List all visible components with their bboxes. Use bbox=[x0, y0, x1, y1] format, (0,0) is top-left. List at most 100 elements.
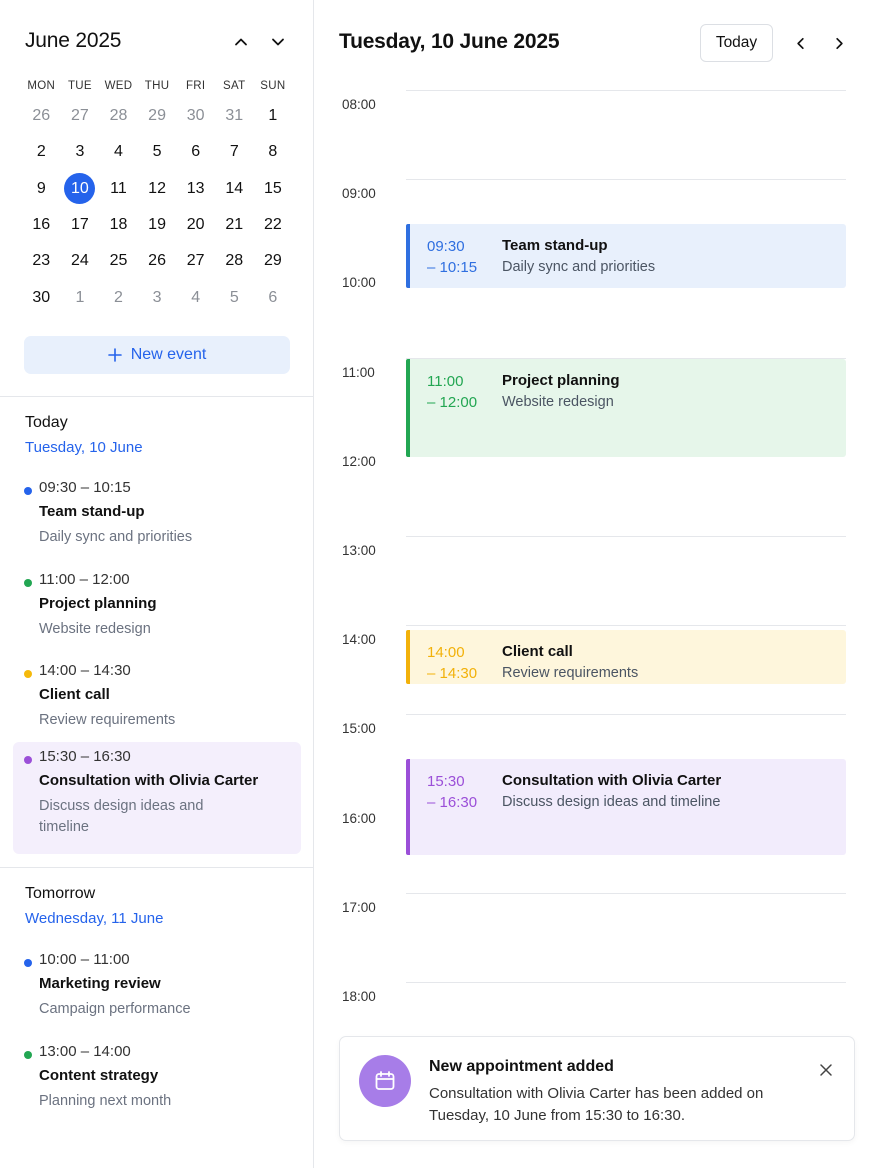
calendar-day[interactable]: 19 bbox=[138, 207, 177, 243]
calendar-day[interactable]: 8 bbox=[254, 134, 293, 170]
calendar-day[interactable]: 30 bbox=[22, 279, 61, 315]
calendar-day[interactable]: 13 bbox=[176, 171, 215, 207]
new-event-button[interactable]: New event bbox=[24, 336, 290, 374]
calendar-day[interactable]: 7 bbox=[215, 134, 254, 170]
agenda-item[interactable]: 11:00 – 12:00 Project planning Website red… bbox=[13, 565, 301, 643]
calendar-week: 30 1 2 3 4 5 6 bbox=[22, 279, 292, 315]
calendar-day-selected[interactable]: 10 bbox=[61, 171, 100, 207]
calendar-day[interactable]: 1 bbox=[61, 279, 100, 315]
calendar-day[interactable]: 12 bbox=[138, 171, 177, 207]
calendar-day[interactable]: 6 bbox=[176, 134, 215, 170]
event-title: Project planning bbox=[502, 372, 620, 389]
day-number: 28 bbox=[109, 107, 128, 125]
hour-gridline bbox=[406, 90, 846, 91]
calendar-day[interactable]: 30 bbox=[176, 98, 215, 134]
calendar-day[interactable]: 28 bbox=[99, 98, 138, 134]
close-icon bbox=[820, 1064, 832, 1076]
calendar-day[interactable]: 2 bbox=[99, 279, 138, 315]
agenda-item-time: 10:00 – 11:00 bbox=[39, 951, 130, 968]
toast-message: Consultation with Olivia Carter has been… bbox=[429, 1085, 764, 1124]
previous-month-button[interactable] bbox=[229, 30, 253, 54]
next-day-button[interactable] bbox=[827, 31, 851, 55]
hour-gridline bbox=[406, 179, 846, 181]
event-block[interactable]: 09:30 – 10:15 Team stand-up Daily sync and … bbox=[406, 224, 846, 288]
event-end-time: – 16:30 bbox=[427, 794, 478, 811]
calendar-day[interactable]: 5 bbox=[215, 279, 254, 315]
agenda-item-description: Website redesign bbox=[39, 621, 151, 637]
calendar-week: 2 3 4 5 6 7 8 bbox=[22, 134, 292, 170]
hour-label: 18:00 bbox=[342, 989, 376, 1004]
calendar-day[interactable]: 29 bbox=[254, 243, 293, 279]
calendar-day[interactable]: 24 bbox=[61, 243, 100, 279]
agenda-item-title: Content strategy bbox=[39, 1067, 159, 1084]
calendar-day[interactable]: 18 bbox=[99, 207, 138, 243]
previous-day-button[interactable] bbox=[788, 31, 812, 55]
day-number: 5 bbox=[152, 143, 162, 161]
event-color-dot bbox=[24, 487, 32, 495]
event-block[interactable]: 11:00 – 12:00 Project planning Website rede… bbox=[406, 359, 846, 457]
day-number: 20 bbox=[186, 216, 205, 234]
agenda-date: Wednesday, 11 June bbox=[25, 910, 164, 927]
calendar-day[interactable]: 4 bbox=[99, 134, 138, 170]
hour-label: 17:00 bbox=[342, 899, 376, 915]
calendar-day[interactable]: 16 bbox=[22, 207, 61, 243]
calendar-day[interactable]: 1 bbox=[254, 98, 293, 134]
today-button[interactable]: Today bbox=[700, 24, 773, 62]
calendar-day[interactable]: 20 bbox=[176, 207, 215, 243]
event-end-time: – 14:30 bbox=[427, 665, 478, 682]
agenda-item-title: Marketing review bbox=[39, 975, 161, 992]
weekday-label: WED bbox=[104, 80, 133, 92]
calendar-week: 26 27 28 29 30 31 1 bbox=[22, 98, 292, 134]
calendar-day[interactable]: 25 bbox=[99, 243, 138, 279]
close-toast-button[interactable] bbox=[815, 1059, 837, 1081]
next-month-button[interactable] bbox=[266, 30, 290, 54]
hour-gridline bbox=[406, 536, 846, 537]
event-start-time: 09:30 bbox=[427, 238, 465, 255]
calendar-day[interactable]: 21 bbox=[215, 207, 254, 243]
calendar-week: 16 17 18 19 20 21 22 bbox=[22, 207, 292, 243]
agenda-item-description: Daily sync and priorities bbox=[39, 529, 193, 545]
day-number: 26 bbox=[148, 252, 166, 270]
event-end-time: – 10:15 bbox=[427, 259, 478, 276]
calendar-day[interactable]: 31 bbox=[215, 98, 254, 134]
calendar-day[interactable]: 3 bbox=[138, 279, 177, 315]
agenda-item[interactable]: 13:00 – 14:00 Content strategy Planning ne… bbox=[13, 1037, 301, 1115]
agenda-item-description: Discuss design ideas and timeline bbox=[39, 798, 204, 835]
agenda-item[interactable]: 14:00 – 14:30 Client call Review requireme… bbox=[13, 656, 301, 734]
calendar-day[interactable]: 27 bbox=[176, 243, 215, 279]
calendar-day[interactable]: 22 bbox=[254, 207, 293, 243]
calendar-day[interactable]: 15 bbox=[254, 171, 293, 207]
calendar-day[interactable]: 17 bbox=[61, 207, 100, 243]
hour-label: 16:00 bbox=[342, 810, 376, 826]
agenda-item[interactable]: 10:00 – 11:00 Marketing review Campaign pe… bbox=[13, 945, 301, 1023]
mini-calendar: MON TUE WED THU FRI SAT SUN 26 27 28 29 30 31 1 2 3 4 5 6… bbox=[22, 80, 292, 316]
calendar-day[interactable]: 3 bbox=[61, 134, 100, 170]
calendar-day[interactable]: 4 bbox=[176, 279, 215, 315]
event-block[interactable]: 15:30 – 16:30 Consultation with Olivia Car… bbox=[406, 759, 846, 855]
day-number: 3 bbox=[152, 288, 162, 306]
calendar-day[interactable]: 11 bbox=[99, 171, 138, 207]
weekday-label: FRI bbox=[185, 80, 206, 92]
agenda-item[interactable]: 15:30 – 16:30 Consultation with Olivia Ca… bbox=[13, 742, 301, 854]
calendar-day[interactable]: 29 bbox=[138, 98, 177, 134]
day-number: 12 bbox=[148, 179, 166, 197]
calendar-day[interactable]: 28 bbox=[215, 243, 254, 279]
agenda-item[interactable]: 09:30 – 10:15 Team stand-up Daily sync and… bbox=[13, 473, 301, 551]
calendar-day[interactable]: 2 bbox=[22, 134, 61, 170]
hour-gridline bbox=[406, 892, 846, 894]
calendar-day[interactable]: 9 bbox=[22, 171, 61, 207]
plus-icon bbox=[107, 348, 122, 362]
calendar-day[interactable]: 27 bbox=[61, 98, 100, 134]
day-number: 1 bbox=[268, 107, 278, 125]
hour-gridline bbox=[406, 714, 846, 716]
calendar-day[interactable]: 26 bbox=[138, 243, 177, 279]
event-block[interactable]: 14:00 – 14:30 Client call Review requiremen… bbox=[406, 630, 846, 684]
day-number: 15 bbox=[263, 179, 282, 197]
sidebar: June 2025 MON TUE WED THU FRI SAT SUN 26 27 28 29… bbox=[0, 0, 314, 1168]
calendar-day[interactable]: 14 bbox=[215, 171, 254, 207]
calendar-day[interactable]: 6 bbox=[254, 279, 293, 315]
calendar-day[interactable]: 5 bbox=[138, 134, 177, 170]
calendar-day[interactable]: 26 bbox=[22, 98, 61, 134]
day-number: 5 bbox=[229, 288, 239, 306]
calendar-day[interactable]: 23 bbox=[22, 243, 61, 279]
